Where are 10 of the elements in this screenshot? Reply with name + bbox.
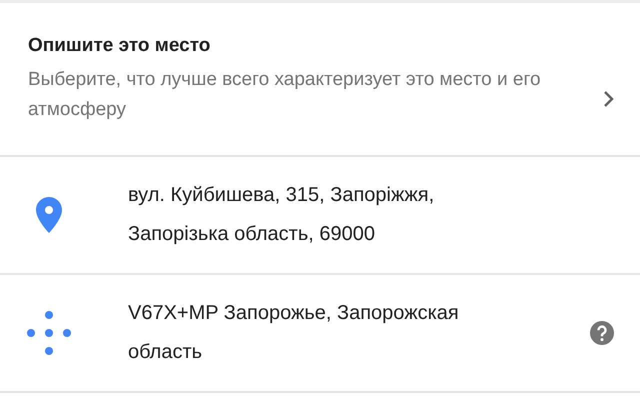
plus-code-icon bbox=[27, 311, 71, 355]
section-title: Опишите это место bbox=[28, 35, 212, 57]
address-line: область bbox=[128, 340, 204, 365]
address-line: V67X+MP Запорожье, Запорожская bbox=[128, 301, 460, 326]
section-description: Выберите, что лучше всего характеризует это место и его атмосферу bbox=[28, 68, 542, 122]
address-line: вул. Куйбишева, 315, Запоріжжя, bbox=[128, 183, 436, 208]
chevron-right-icon[interactable] bbox=[602, 90, 616, 108]
address-line: Запорізька область, 69000 bbox=[128, 222, 376, 247]
help-icon[interactable] bbox=[590, 321, 614, 345]
location-pin-icon bbox=[36, 197, 62, 233]
